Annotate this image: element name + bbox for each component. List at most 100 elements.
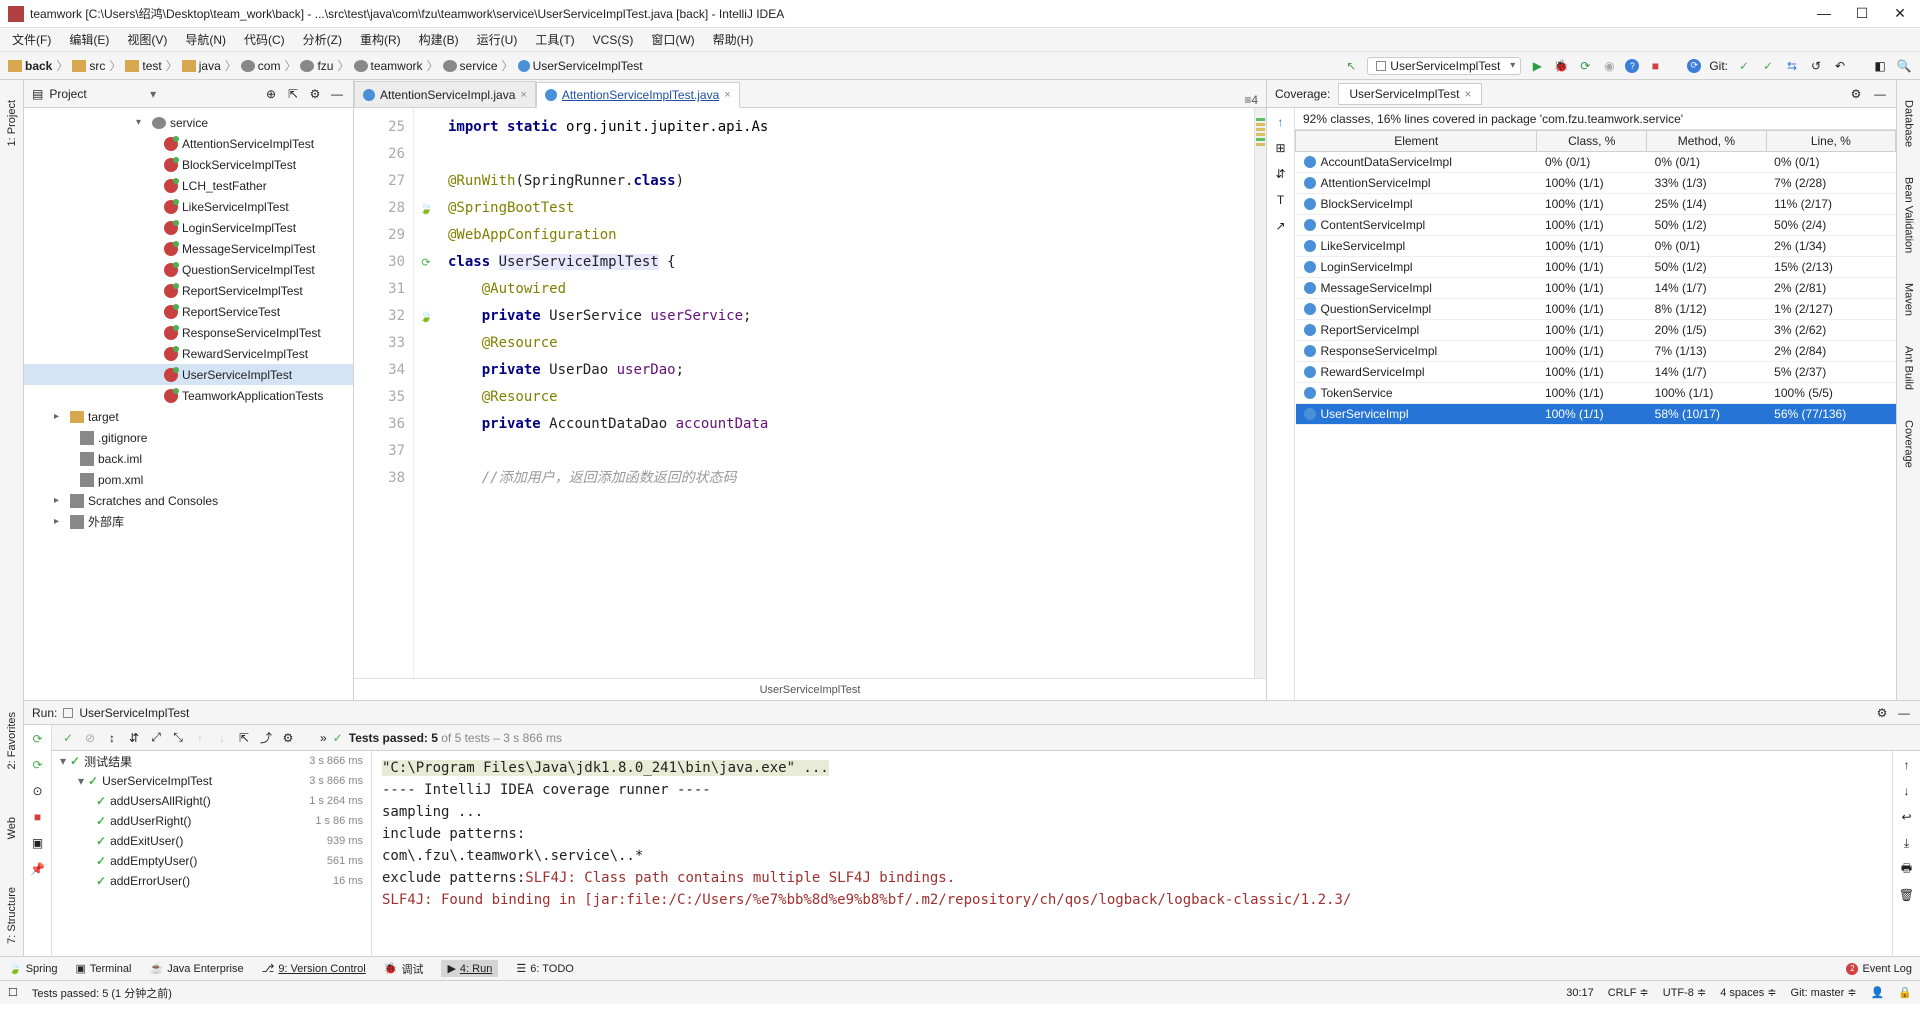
toggle-auto-icon[interactable]: ⊙ [30,783,46,799]
test-row[interactable]: ✓addExitUser()939 ms [52,831,371,851]
breadcrumb-item[interactable]: com [241,59,281,73]
breadcrumb-item[interactable]: src [72,59,105,73]
gear-icon[interactable]: ⚙ [307,86,323,102]
breadcrumb-item[interactable]: back [8,59,52,73]
clear-icon[interactable]: 🗑 [1899,887,1915,903]
hide-icon[interactable]: — [1896,705,1912,721]
show-passed-icon[interactable]: ✓ [60,730,76,746]
update-button[interactable]: ⟳ [1687,59,1701,73]
expander-icon[interactable]: ▸ [54,495,66,506]
maximize-button[interactable]: ☐ [1850,5,1874,22]
coverage-row[interactable]: AccountDataServiceImpl0% (0/1)0% (0/1)0%… [1296,152,1896,173]
menu-code[interactable]: 代码(C) [240,29,289,50]
filter-icon[interactable]: ⇵ [1273,166,1289,182]
menu-view[interactable]: 视图(V) [123,29,171,50]
ide-settings-icon[interactable]: ◧ [1872,58,1888,74]
coverage-row[interactable]: UserServiceImpl100% (1/1)58% (10/17)56% … [1296,404,1896,425]
coverage-table[interactable]: ElementClass, %Method, %Line, %AccountDa… [1295,130,1896,700]
export-icon[interactable]: ⇱ [236,730,252,746]
tree-item[interactable]: .gitignore [24,427,353,448]
show-ignored-icon[interactable]: ⊘ [82,730,98,746]
collapse-icon[interactable]: ⇱ [285,86,301,102]
coverage-row[interactable]: ContentServiceImpl100% (1/1)50% (1/2)50%… [1296,215,1896,236]
project-panel-title[interactable]: Project [49,87,144,101]
expander-icon[interactable]: ▾ [136,117,148,128]
hammer-icon[interactable]: ↖ [1343,58,1359,74]
tab-close-icon[interactable]: × [724,89,730,101]
tab-java-enterprise[interactable]: ☕ Java Enterprise [149,962,243,975]
next-icon[interactable]: ↓ [214,730,230,746]
run-config-select[interactable]: UserServiceImplTest [1367,57,1521,75]
tree-item[interactable]: pom.xml [24,469,353,490]
run-line-icon[interactable]: ⟳ [421,249,430,276]
test-row[interactable]: ✓addUsersAllRight()1 s 264 ms [52,791,371,811]
tab-todo[interactable]: ☰ 6: TODO [516,962,573,975]
coverage-row[interactable]: QuestionServiceImpl100% (1/1)8% (1/12)1%… [1296,299,1896,320]
run-line-icon[interactable]: 🍃 [419,303,433,330]
breadcrumb-item[interactable]: fzu [300,59,333,73]
test-row[interactable]: ▾✓测试结果3 s 866 ms [52,751,371,771]
rerun-failed-icon[interactable]: ⟳ [30,757,46,773]
editor-body[interactable]: 2526272829303132333435363738 🍃 ⟳ 🍃 impor… [354,108,1266,678]
tree-item[interactable]: BlockServiceImplTest [24,154,353,175]
tab-close-icon[interactable]: × [1464,87,1471,101]
down-arrow-icon[interactable]: ↓ [1899,783,1915,799]
coverage-row[interactable]: RewardServiceImpl100% (1/1)14% (1/7)5% (… [1296,362,1896,383]
tree-item[interactable]: RewardServiceImplTest [24,343,353,364]
lock-icon[interactable]: 🔒 [1898,986,1912,999]
expander-icon[interactable]: ▾ [78,774,84,788]
profile-button[interactable]: ◉ [1601,58,1617,74]
tab-close-icon[interactable]: × [520,89,526,101]
marker-strip[interactable] [1254,108,1266,678]
sort-icon[interactable]: ↕ [104,730,120,746]
tree-item[interactable]: back.iml [24,448,353,469]
tab-run[interactable]: ▶ 4: Run [441,960,498,977]
menu-edit[interactable]: 编辑(E) [65,29,113,50]
rail-ant[interactable]: Ant Build [1903,346,1915,390]
rerun-icon[interactable]: ⟳ [30,731,46,747]
print-icon[interactable]: 🖶 [1899,861,1915,877]
coverage-row[interactable]: ReportServiceImpl100% (1/1)20% (1/5)3% (… [1296,320,1896,341]
git-branch[interactable]: Git: master ≑ [1791,986,1857,999]
rail-bean[interactable]: Bean Validation [1903,177,1915,253]
menu-navigate[interactable]: 导航(N) [181,29,230,50]
coverage-row[interactable]: MessageServiceImpl100% (1/1)14% (1/7)2% … [1296,278,1896,299]
column-header[interactable]: Method, % [1647,131,1767,152]
menu-vcs[interactable]: VCS(S) [589,31,638,49]
coverage-row[interactable]: LoginServiceImpl100% (1/1)50% (1/2)15% (… [1296,257,1896,278]
hide-icon[interactable]: — [1872,86,1888,102]
column-header[interactable]: Class, % [1537,131,1647,152]
rail-web[interactable]: Web [6,817,18,839]
breadcrumb-item[interactable]: service [443,59,498,73]
scroll-end-icon[interactable]: ⤓ [1899,835,1915,851]
menu-help[interactable]: 帮助(H) [709,29,758,50]
menu-refactor[interactable]: 重构(R) [356,29,405,50]
tree-item[interactable]: ▸外部库 [24,511,353,532]
tab-version-control[interactable]: ⎇ 9: Version Control [262,962,366,975]
project-view-icon[interactable]: ▤ [32,87,43,101]
breadcrumb-item[interactable]: teamwork [354,59,423,73]
breadcrumb-item[interactable]: UserServiceImplTest [518,59,643,73]
debug-button[interactable]: 🐞 [1553,58,1569,74]
export-icon[interactable]: T [1273,192,1289,208]
tree-item[interactable]: ResponseServiceImplTest [24,322,353,343]
dock-icon[interactable]: ▣ [30,835,46,851]
rail-database[interactable]: Database [1903,100,1915,147]
rail-coverage[interactable]: Coverage [1903,420,1915,468]
up-arrow-icon[interactable]: ↑ [1899,757,1915,773]
tree-item[interactable]: LCH_testFather [24,175,353,196]
column-header[interactable]: Element [1296,131,1537,152]
coverage-row[interactable]: TokenService100% (1/1)100% (1/1)100% (5/… [1296,383,1896,404]
prev-icon[interactable]: ↑ [192,730,208,746]
run-line-icon[interactable]: 🍃 [419,195,433,222]
soft-wrap-icon[interactable]: ↩ [1899,809,1915,825]
test-row[interactable]: ▾✓UserServiceImplTest3 s 866 ms [52,771,371,791]
git-commit-icon[interactable]: ✓ [1760,58,1776,74]
stop-icon[interactable]: ■ [30,809,46,825]
inspections-icon[interactable]: 👤 [1871,986,1885,999]
menu-tools[interactable]: 工具(T) [531,29,578,50]
tree-item[interactable]: ReportServiceImplTest [24,280,353,301]
coverage-tab[interactable]: UserServiceImplTest × [1338,83,1482,105]
tree-item[interactable]: ▸Scratches and Consoles [24,490,353,511]
line-separator[interactable]: CRLF ≑ [1608,986,1649,999]
